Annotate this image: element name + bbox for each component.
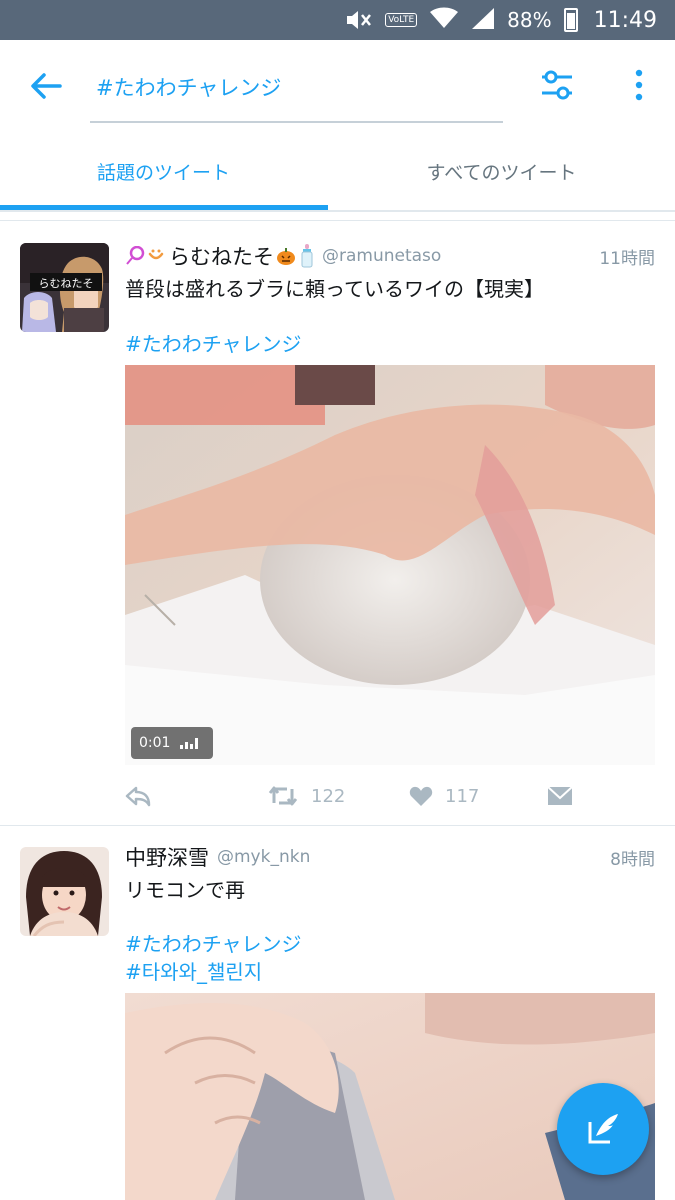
compose-tweet-button[interactable] [557,1083,649,1175]
user-handle[interactable]: @ramunetaso [322,246,441,266]
direct-message-button[interactable] [547,776,573,816]
sliders-icon [542,70,572,100]
search-input[interactable]: #たわわチャレンジ [90,60,503,123]
active-tab-indicator [0,205,328,210]
vibrate-mute-icon [345,9,373,31]
pumpkin-emoji-icon [276,246,296,266]
tweet-actions: 122 117 [125,776,655,816]
search-query: #たわわチャレンジ [96,76,282,100]
like-count: 117 [445,785,480,807]
tweet-timestamp: 11時間 [599,248,655,269]
baby-bottle-emoji-icon [300,244,314,268]
tweet-text: リモコンで再 [125,878,245,902]
tweet-header: らむねたそ @ramunetaso 11時間 [125,241,655,271]
envelope-icon [547,786,573,805]
tweet-text: 普段は盛れるブラに頼っているワイの【現実】 [125,277,544,301]
search-header: #たわわチャレンジ [0,40,675,130]
compose-tweet-icon [588,1114,618,1144]
reply-button[interactable] [125,776,151,816]
filter-button[interactable] [540,68,574,102]
tab-top-tweets[interactable]: 話題のツイート [0,130,327,212]
avatar[interactable]: らむねたそ [20,243,109,332]
signal-icon [471,7,495,34]
hashtag-link[interactable]: #たわわチャレンジ [125,328,302,357]
display-name[interactable]: らむねたそ [169,241,274,271]
audio-bars-icon [180,737,199,749]
battery-percent: 88% [507,8,552,32]
retweet-icon [268,786,298,806]
hashtag-link[interactable]: #たわわチャレンジ [125,928,302,957]
arrow-left-icon [31,73,62,99]
retweet-count: 122 [311,785,346,807]
more-options-button[interactable] [626,68,652,102]
retweet-button[interactable]: 122 [267,776,345,816]
video-duration: 0:01 [139,735,171,751]
heart-icon [409,786,433,806]
tweet[interactable]: らむねたそ らむねたそ @ramunetaso 11時間 普段は盛れるブラに頼っ… [0,221,675,825]
lollipop-icon [125,245,145,266]
like-button[interactable]: 117 [409,776,479,816]
user-handle[interactable]: @myk_nkn [217,847,310,867]
status-icons: VoLTE 88% 11:49 [345,0,657,40]
display-name[interactable]: 中野深雪 [125,842,209,872]
tweet-video[interactable]: 0:01 [125,365,655,765]
avatar-caption: らむねたそ [39,277,94,290]
volte-icon: VoLTE [385,13,418,27]
video-duration-badge: 0:01 [131,727,213,759]
tweet-header: 中野深雪 @myk_nkn 8時間 [125,842,655,872]
more-vertical-icon [635,69,643,101]
clock: 11:49 [593,7,657,33]
status-bar: VoLTE 88% 11:49 [0,0,675,40]
video-thumbnail [125,365,655,765]
tab-bar: 話題のツイート すべてのツイート [0,130,675,212]
avatar[interactable] [20,847,109,936]
reply-icon [125,786,151,807]
battery-icon [563,8,578,32]
smile-emoji-icon [147,247,165,265]
tweet-timestamp: 8時間 [610,849,655,870]
tab-all-tweets[interactable]: すべてのツイート [338,130,665,212]
hashtag-link[interactable]: #타와와_챌린지 [125,956,262,985]
back-button[interactable] [28,68,64,104]
wifi-icon [429,7,459,34]
